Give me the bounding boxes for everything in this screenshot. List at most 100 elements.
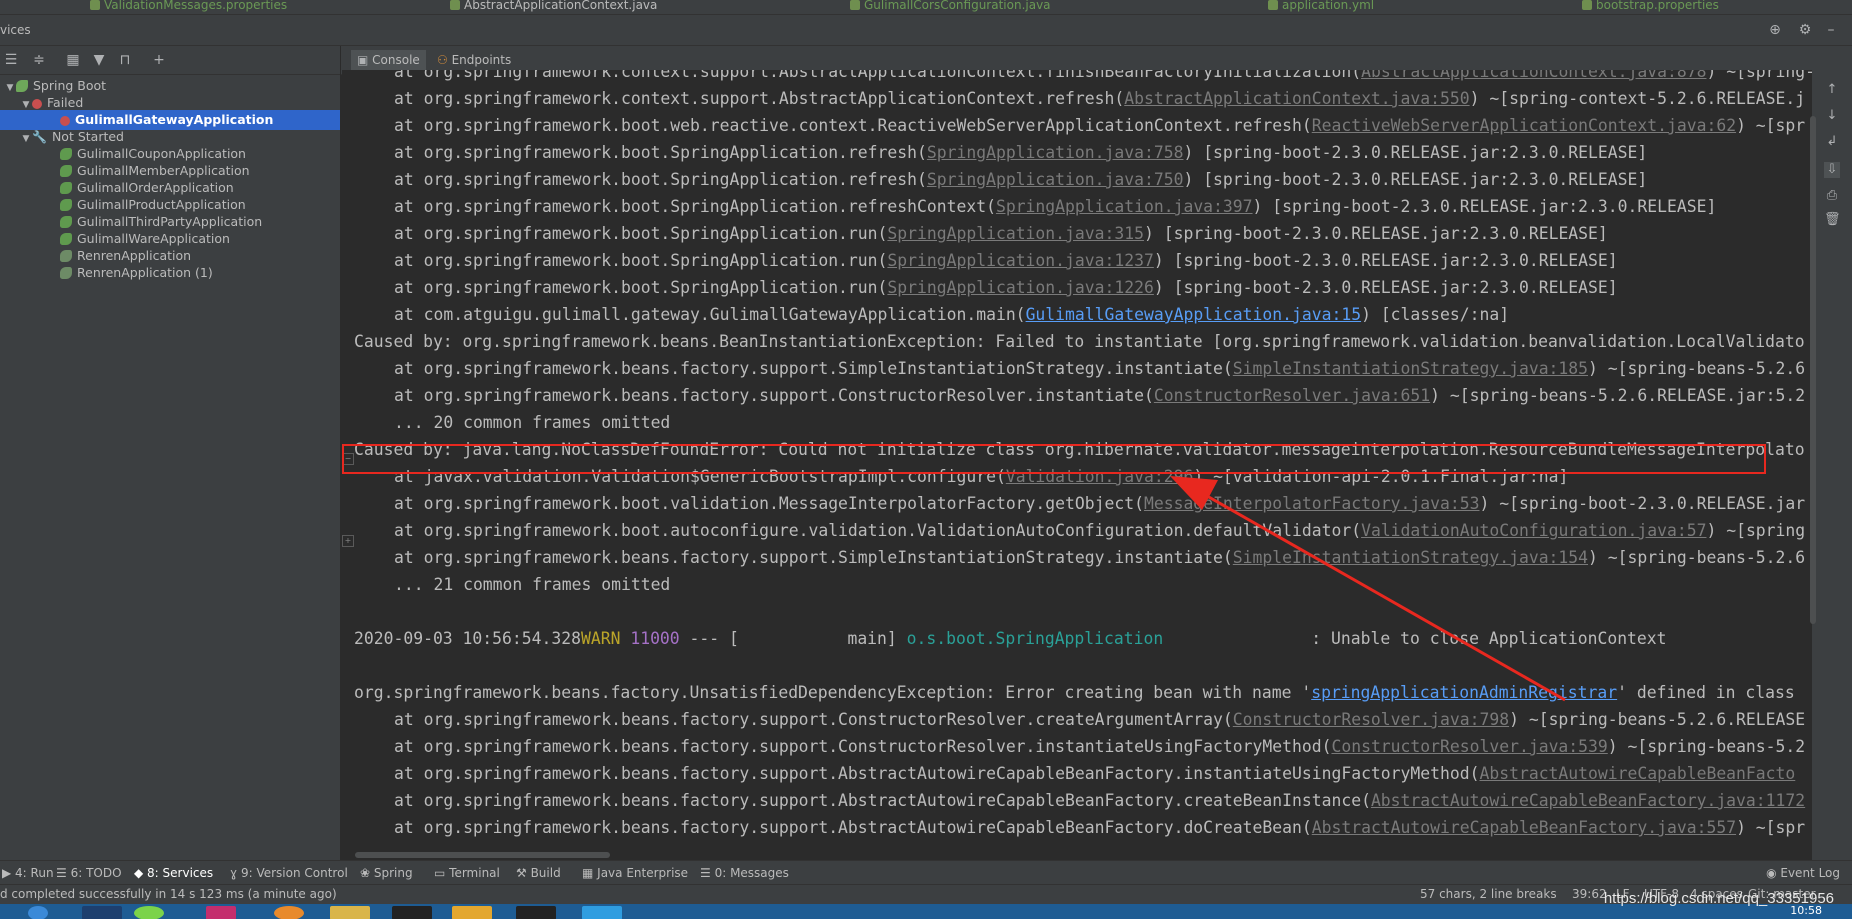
gear-icon[interactable]: ⚙ xyxy=(1796,21,1814,39)
tree-item-label: GulimallWareApplication xyxy=(77,231,230,246)
console-text: at com.atguigu.gulimall.gateway.Gulimall… xyxy=(394,305,1026,324)
globe-icon[interactable]: ⊕ xyxy=(1766,21,1784,39)
log-logger: o.s.boot.SpringApplication xyxy=(906,629,1164,648)
fold-icon[interactable]: + xyxy=(342,535,354,547)
editor-tab-label: application.yml xyxy=(1282,0,1375,12)
console-text: ) [classes/:na] xyxy=(1361,305,1510,324)
source-link[interactable]: GulimallGatewayApplication.java:15 xyxy=(1026,305,1362,324)
console-line: at org.springframework.beans.factory.sup… xyxy=(394,707,1805,733)
console-text: at org.springframework.boot.SpringApplic… xyxy=(394,251,888,270)
photoshop-icon[interactable] xyxy=(82,906,122,919)
console-text: ... 21 common frames omitted xyxy=(394,575,671,594)
expand-all-icon[interactable]: ☰ xyxy=(2,51,20,69)
add-service-icon[interactable]: + xyxy=(150,51,168,69)
console-text: ) [spring-boot-2.3.0.RELEASE.jar:2.3.0.R… xyxy=(1143,224,1608,243)
caret-position[interactable]: 39:62 xyxy=(1572,887,1607,901)
source-link[interactable]: SimpleInstantiationStrategy.java:185 xyxy=(1233,359,1588,378)
tool-window-run[interactable]: ▶ 4: Run xyxy=(2,864,54,882)
source-link[interactable]: ConstructorResolver.java:798 xyxy=(1233,710,1509,729)
soft-wrap-icon[interactable]: ↲ xyxy=(1824,134,1840,150)
tool-window-todo[interactable]: ☰ 6: TODO xyxy=(56,864,122,882)
tree-item-label: GulimallCouponApplication xyxy=(77,146,246,161)
collapse-all-icon[interactable]: ≑ xyxy=(30,51,48,69)
source-link[interactable]: AbstractAutowireCapableBeanFactory.java:… xyxy=(1371,791,1805,810)
tool-window-terminal[interactable]: ▭ Terminal xyxy=(434,864,500,882)
console-text: at org.springframework.boot.web.reactive… xyxy=(394,116,1312,135)
tree-item-label: RenrenApplication (1) xyxy=(77,265,213,280)
console-text: at org.springframework.beans.factory.sup… xyxy=(394,737,1332,756)
tree-item[interactable]: RenrenApplication (1) xyxy=(0,263,340,283)
console-text: Caused by: org.springframework.beans.Bea… xyxy=(354,332,1805,351)
console-line: at org.springframework.beans.factory.sup… xyxy=(394,383,1805,409)
terminal-icon[interactable] xyxy=(392,906,432,919)
tool-window-vcs[interactable]: ɣ 9: Version Control xyxy=(230,864,348,882)
source-link[interactable]: SpringApplication.java:750 xyxy=(927,170,1184,189)
event-log-button[interactable]: ◉ Event Log xyxy=(1766,864,1840,882)
tool-window-java-ee[interactable]: ▦ Java Enterprise xyxy=(582,864,688,882)
firefox-icon[interactable] xyxy=(274,906,304,919)
spring-app-icon xyxy=(60,233,72,245)
tab-endpoints[interactable]: ⚇ Endpoints xyxy=(431,50,517,70)
tool-window-spring[interactable]: ❀ Spring xyxy=(360,864,413,882)
console-line: at org.springframework.boot.SpringApplic… xyxy=(394,167,1647,193)
source-link[interactable]: ConstructorResolver.java:539 xyxy=(1331,737,1607,756)
log-separator: --- xyxy=(689,629,720,648)
new-tab-icon[interactable]: ⊓ xyxy=(116,51,134,69)
tab-console[interactable]: ▣ Console xyxy=(351,50,426,70)
group-icon[interactable]: ▦ xyxy=(64,51,82,69)
up-arrow-icon[interactable]: ↑ xyxy=(1824,82,1840,98)
tool-window-messages[interactable]: ☰ 0: Messages xyxy=(700,864,789,882)
source-link[interactable]: AbstractAutowireCapableBeanFactory.java:… xyxy=(1312,818,1736,837)
console-text: ) ~[spring-beans-5.2 xyxy=(1607,737,1806,756)
editor-tab[interactable]: application.yml xyxy=(1268,0,1374,14)
source-link[interactable]: AbstractApplicationContext.java:878 xyxy=(1361,70,1706,81)
source-link[interactable]: AbstractAutowireCapableBeanFacto xyxy=(1479,764,1795,783)
minimize-icon[interactable]: – xyxy=(1822,21,1840,39)
tool-window-label: 9: Version Control xyxy=(240,866,348,880)
console-toolbar: ↑ ↓ ↲ ⇩ ⎙ 🗑 xyxy=(1812,70,1852,860)
services-title: vices xyxy=(0,23,31,37)
log-thread: [ main] xyxy=(729,629,897,648)
console-text: at org.springframework.context.support.A… xyxy=(394,89,1125,108)
annotation-arrow xyxy=(1170,476,1566,702)
print-icon[interactable]: ⎙ xyxy=(1824,188,1840,204)
app-icon[interactable] xyxy=(582,906,622,919)
scroll-to-end-icon[interactable]: ⇩ xyxy=(1824,162,1840,178)
editor-tab[interactable]: ValidationMessages.properties xyxy=(90,0,287,14)
source-link[interactable]: SpringApplication.java:315 xyxy=(887,224,1144,243)
todo-icon: ☰ xyxy=(56,866,71,880)
services-panel: ☰ ≑ ▦ ▼ ⊓ + ▼ Spring Boot ▼ Failed GulimallG… xyxy=(0,46,341,860)
endpoints-icon: ⚇ xyxy=(437,53,452,67)
down-arrow-icon[interactable]: ↓ xyxy=(1824,108,1840,124)
horizontal-scrollbar[interactable] xyxy=(355,852,610,858)
console-text: ) ~[spr xyxy=(1736,116,1806,135)
file-icon xyxy=(1268,0,1278,10)
source-link[interactable]: ReactiveWebServerApplicationContext.java… xyxy=(1312,116,1736,135)
wechat-icon[interactable] xyxy=(134,906,164,919)
editor-tab[interactable]: GulimallCorsConfiguration.java xyxy=(850,0,1051,14)
console-text: ) ~[spring-beans-5.2.6 xyxy=(1588,359,1806,378)
idea-icon[interactable] xyxy=(206,906,236,919)
folder-icon[interactable] xyxy=(330,906,370,919)
source-link[interactable]: SpringApplication.java:758 xyxy=(927,143,1184,162)
source-link[interactable]: SpringApplication.java:397 xyxy=(996,197,1253,216)
cmd-icon[interactable] xyxy=(516,906,556,919)
source-link[interactable]: AbstractApplicationContext.java:550 xyxy=(1124,89,1469,108)
file-icon xyxy=(90,0,100,10)
start-icon[interactable] xyxy=(28,906,48,919)
editor-tab[interactable]: AbstractApplicationContext.java xyxy=(450,0,657,14)
source-link[interactable]: SpringApplication.java:1226 xyxy=(887,278,1153,297)
filter-icon[interactable]: ▼ xyxy=(90,51,108,69)
vertical-scrollbar[interactable] xyxy=(1810,116,1816,624)
notes-icon[interactable] xyxy=(452,906,492,919)
tool-window-build[interactable]: ⚒ Build xyxy=(516,864,561,882)
trash-icon[interactable]: 🗑 xyxy=(1824,212,1841,228)
terminal-icon: ▭ xyxy=(434,866,450,880)
console-text: at org.springframework.boot.validation.M… xyxy=(394,494,1144,513)
source-link[interactable]: SpringApplication.java:1237 xyxy=(887,251,1153,270)
console-text: at org.springframework.beans.factory.sup… xyxy=(394,764,1480,783)
editor-tab[interactable]: bootstrap.properties xyxy=(1582,0,1719,14)
source-link[interactable]: ConstructorResolver.java:651 xyxy=(1154,386,1430,405)
console-line: at org.springframework.boot.SpringApplic… xyxy=(394,194,1716,220)
tool-window-services[interactable]: ◆ 8: Services xyxy=(134,864,213,882)
